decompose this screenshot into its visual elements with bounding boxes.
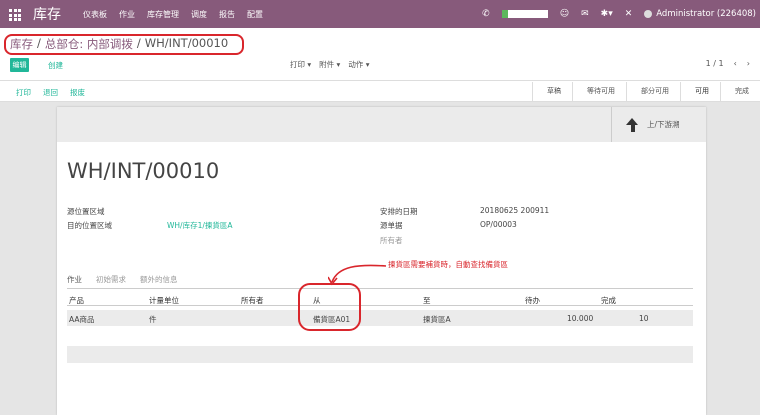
scheduled-date-label: 安排的日期 <box>380 207 418 216</box>
print-button[interactable]: 打印 <box>16 87 31 98</box>
col-done[interactable]: 完成 <box>601 295 616 306</box>
close-tools-icon[interactable]: ✕ <box>625 9 633 19</box>
menu-item-scheduling[interactable]: 调度 <box>191 9 207 20</box>
annotation-from-highlight <box>298 283 361 331</box>
form-sheet: 上/下游溯 WH/INT/00010 源位置区域 目的位置区域 WH/库存1/揀… <box>57 107 706 415</box>
annotation-arrow-icon <box>328 264 387 286</box>
dest-location-label: 目的位置区域 <box>67 221 112 230</box>
scheduled-date-value: 20180625 200911 <box>480 206 550 215</box>
stage-partially-available[interactable]: 部分可用 <box>626 82 680 101</box>
page-title: WH/INT/00010 <box>67 159 220 183</box>
top-navbar: 库存 仪表板 作业 库存管理 调度 报告 配置 ✆ ☺ ✉ ✱▾ ✕ Admin… <box>0 0 760 28</box>
pager-value[interactable]: 1 / 1 <box>706 59 724 68</box>
stage-pipeline: 草稿 等待可用 部分可用 可用 完成 <box>532 82 760 101</box>
col-owner[interactable]: 所有者 <box>241 295 264 306</box>
chevron-left-icon[interactable]: ‹ <box>734 59 737 68</box>
tab-divider <box>67 288 693 289</box>
chat-bubbles-icon[interactable]: ✉ <box>581 9 589 19</box>
pager: 1 / 1 ‹ › <box>706 59 750 68</box>
avatar <box>644 10 653 18</box>
menu-item-dashboard[interactable]: 仪表板 <box>83 9 107 20</box>
tab-initial-demand[interactable]: 初始需求 <box>96 274 126 285</box>
quick-search-bar[interactable] <box>501 10 548 18</box>
tab-operations[interactable]: 作业 <box>67 274 82 285</box>
control-panel: 库存 / 总部仓: 内部调拨 / WH/INT/00010 编辑 创建 打印 ▾… <box>0 28 760 81</box>
smiley-icon[interactable]: ☺ <box>560 9 569 19</box>
cell-done: 10 <box>639 314 649 323</box>
app-brand: 库存 <box>33 7 61 23</box>
systray: ✆ ☺ ✉ ✱▾ ✕ Administrator (226408) <box>482 0 760 28</box>
source-location-label: 源位置区域 <box>67 207 105 216</box>
phone-icon[interactable]: ✆ <box>482 9 490 19</box>
col-uom[interactable]: 计量单位 <box>149 295 179 306</box>
button-box: 上/下游溯 <box>57 107 706 142</box>
stage-available[interactable]: 可用 <box>680 82 720 101</box>
table-header: 产品 计量单位 所有者 从 至 待办 完成 <box>67 292 693 306</box>
menu-item-operations[interactable]: 作业 <box>119 9 135 20</box>
col-product[interactable]: 产品 <box>69 295 84 306</box>
source-document-value: OP/00003 <box>480 220 517 229</box>
notebook-tabs: 作业 初始需求 额外的信息 <box>67 274 178 285</box>
stage-done[interactable]: 完成 <box>720 82 760 101</box>
scrap-button[interactable]: 报废 <box>70 87 85 98</box>
stage-draft[interactable]: 草稿 <box>532 82 572 101</box>
action-menus: 打印 ▾ 附件 ▾ 动作 ▾ <box>290 59 369 70</box>
source-document-label: 源单据 <box>380 221 403 230</box>
stage-waiting[interactable]: 等待可用 <box>572 82 626 101</box>
dest-location-value[interactable]: WH/库存1/揀貨區A <box>167 220 233 231</box>
attachment-dropdown[interactable]: 附件 ▾ <box>319 59 340 70</box>
main-menu: 仪表板 作业 库存管理 调度 报告 配置 <box>83 9 263 20</box>
form-statusbar: 打印 退回 报废 草稿 等待可用 部分可用 可用 完成 <box>0 82 760 102</box>
menu-item-inventory-control[interactable]: 库存管理 <box>147 9 179 20</box>
menu-item-configuration[interactable]: 配置 <box>247 9 263 20</box>
chevron-right-icon[interactable]: › <box>747 59 750 68</box>
cell-product: AA商品 <box>69 315 95 324</box>
cell-todo: 10.000 <box>567 314 594 323</box>
annotation-text: 揀貨區需要補貨時，自動查找備貨區 <box>388 260 508 269</box>
print-dropdown[interactable]: 打印 ▾ <box>290 59 311 70</box>
return-button[interactable]: 退回 <box>43 87 58 98</box>
table-footer <box>67 346 693 363</box>
annotation-breadcrumb-highlight <box>4 34 244 55</box>
create-button[interactable]: 创建 <box>48 60 63 71</box>
cell-uom: 件 <box>149 315 157 324</box>
user-name: Administrator (226408) <box>656 9 756 19</box>
apps-grid-icon[interactable] <box>9 9 21 21</box>
action-dropdown[interactable]: 动作 ▾ <box>348 59 369 70</box>
edit-button[interactable]: 编辑 <box>10 58 29 72</box>
menu-item-reports[interactable]: 报告 <box>219 9 235 20</box>
col-todo[interactable]: 待办 <box>525 295 540 306</box>
traceability-label: 上/下游溯 <box>647 120 680 129</box>
cell-to: 揀貨區A <box>423 315 451 324</box>
arrow-up-icon <box>626 117 639 132</box>
tab-additional-info[interactable]: 额外的信息 <box>140 274 178 285</box>
bug-debug-icon[interactable]: ✱▾ <box>601 9 613 19</box>
statusbar-buttons: 打印 退回 报废 <box>16 87 85 98</box>
owner-label: 所有者 <box>380 236 403 245</box>
col-to[interactable]: 至 <box>423 295 431 306</box>
table-row[interactable]: AA商品 件 備貨區A01 揀貨區A 10.000 10 <box>67 310 693 326</box>
user-menu[interactable]: Administrator (226408) <box>644 9 756 19</box>
traceability-button[interactable]: 上/下游溯 <box>611 107 706 142</box>
